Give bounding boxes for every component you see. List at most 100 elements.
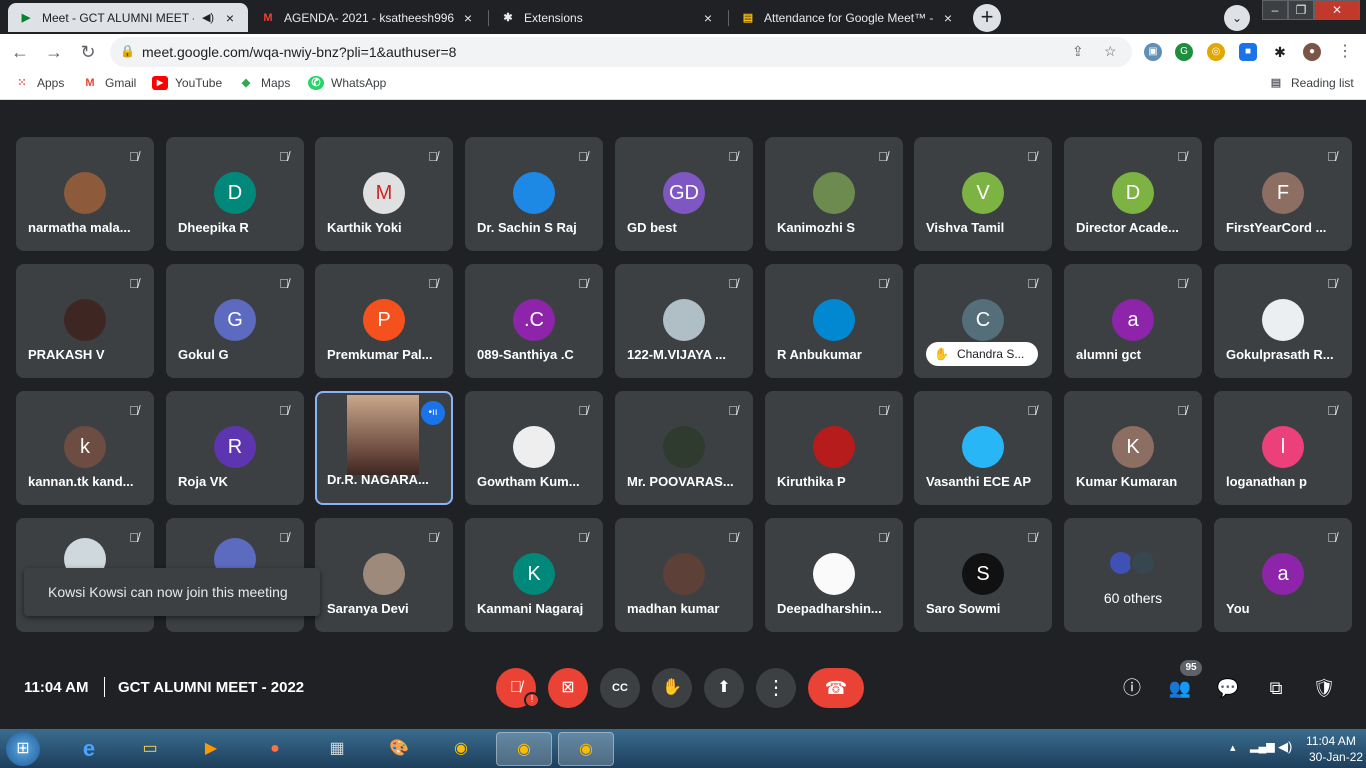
- taskbar-internet-explorer[interactable]: e: [72, 732, 106, 766]
- close-icon[interactable]: ×: [700, 10, 716, 26]
- bookmark-star-icon[interactable]: ☆: [1104, 43, 1117, 60]
- camera-toggle-button[interactable]: ⊠: [548, 668, 588, 708]
- extension-grammar-icon[interactable]: G: [1175, 43, 1193, 61]
- participant-tile[interactable]: •ıı Dr.R. NAGARA...: [315, 391, 453, 505]
- participant-tile[interactable]: 🎙̸ GD GD best: [615, 137, 753, 251]
- participant-tile[interactable]: 🎙̸ a alumni gct: [1064, 264, 1202, 378]
- participant-tile[interactable]: 🎙̸ G Gokul G: [166, 264, 304, 378]
- show-hidden-icons[interactable]: ▴: [1230, 741, 1236, 754]
- extension-screen-icon[interactable]: ▣: [1144, 43, 1162, 61]
- taskbar-time[interactable]: 11:04 AM: [1306, 734, 1356, 748]
- participant-tile[interactable]: 🎙̸ PRAKASH V: [16, 264, 154, 378]
- taskbar-media-player[interactable]: ▶: [194, 732, 228, 766]
- bookmark-youtube[interactable]: ▶ YouTube: [152, 76, 222, 90]
- back-button[interactable]: ←: [8, 40, 32, 64]
- participant-tile[interactable]: 🎙̸ Dr. Sachin S Raj: [465, 137, 603, 251]
- reload-button[interactable]: ↻: [76, 40, 100, 64]
- participant-tile[interactable]: 🎙̸ D Director Acade...: [1064, 137, 1202, 251]
- participant-tile[interactable]: 🎙̸ Saranya Devi: [315, 518, 453, 632]
- new-tab-button[interactable]: +: [973, 4, 1001, 32]
- chat-button[interactable]: 💬: [1215, 675, 1241, 701]
- bookmark-whatsapp[interactable]: ✆ WhatsApp: [308, 76, 386, 90]
- network-icon[interactable]: ▂▄▆: [1250, 740, 1275, 753]
- participant-tile[interactable]: 🎙̸ 122-M.VIJAYA ...: [615, 264, 753, 378]
- participant-name: Kiruthika P: [777, 474, 846, 489]
- maximize-button[interactable]: ❐: [1288, 0, 1314, 20]
- participant-tile[interactable]: 🎙̸ Kiruthika P: [765, 391, 903, 505]
- participant-tile[interactable]: 🎙̸ P Premkumar Pal...: [315, 264, 453, 378]
- bookmark-apps[interactable]: ⁙ Apps: [14, 76, 64, 90]
- taskbar-chrome[interactable]: ◉: [444, 732, 478, 766]
- participant-tile[interactable]: 🎙̸ K Kanmani Nagaraj: [465, 518, 603, 632]
- start-button[interactable]: ⊞: [6, 732, 40, 766]
- lock-icon[interactable]: 🔒: [120, 44, 135, 58]
- tab-meet[interactable]: ▶ Meet - GCT ALUMNI MEET - ◀) ×: [8, 3, 248, 32]
- close-icon[interactable]: ×: [460, 10, 476, 26]
- participant-tile[interactable]: 🎙̸ V Vishva Tamil: [914, 137, 1052, 251]
- taskbar-explorer[interactable]: ▭: [133, 732, 167, 766]
- avatar: .C: [513, 299, 555, 341]
- participant-tile[interactable]: 🎙̸ S Saro Sowmi: [914, 518, 1052, 632]
- participant-tile[interactable]: 🎙̸ D Dheepika R: [166, 137, 304, 251]
- tab-attendance[interactable]: ▤ Attendance for Google Meet™ - ×: [730, 3, 966, 32]
- taskbar-chrome-window-2[interactable]: ◉: [558, 732, 614, 766]
- participant-tile[interactable]: 🎙̸ C ✋ Chandra S...: [914, 264, 1052, 378]
- participant-tile[interactable]: 60 others: [1064, 518, 1202, 632]
- taskbar-calculator[interactable]: ▦: [320, 732, 354, 766]
- participant-tile[interactable]: 🎙̸ Deepadharshin...: [765, 518, 903, 632]
- taskbar-paint[interactable]: 🎨: [382, 732, 416, 766]
- meeting-details-button[interactable]: ⓘ: [1119, 675, 1145, 701]
- bookmark-gmail[interactable]: M Gmail: [82, 76, 136, 90]
- tab-gmail[interactable]: M AGENDA- 2021 - ksatheesh996@ ×: [250, 3, 486, 32]
- captions-button[interactable]: CC: [600, 668, 640, 708]
- minimize-button[interactable]: –: [1262, 0, 1288, 20]
- close-window-button[interactable]: ✕: [1314, 0, 1360, 20]
- activities-button[interactable]: ⧉: [1263, 675, 1289, 701]
- participant-tile[interactable]: 🎙̸ l loganathan p: [1214, 391, 1352, 505]
- taskbar-date[interactable]: 30-Jan-22: [1309, 750, 1363, 764]
- participant-tile[interactable]: 🎙̸ F FirstYearCord ...: [1214, 137, 1352, 251]
- participant-tile[interactable]: 🎙̸ Vasanthi ECE AP: [914, 391, 1052, 505]
- participant-tile[interactable]: 🎙̸ Gowtham Kum...: [465, 391, 603, 505]
- close-icon[interactable]: ×: [222, 10, 238, 26]
- raised-hand-badge: ✋ Chandra S...: [926, 342, 1038, 366]
- participant-tile[interactable]: 🎙̸ narmatha mala...: [16, 137, 154, 251]
- extensions-puzzle-icon[interactable]: ✱: [1271, 43, 1289, 61]
- participant-name: Saranya Devi: [327, 601, 409, 616]
- tab-extensions[interactable]: ✱ Extensions ×: [490, 3, 726, 32]
- participant-tile[interactable]: 🎙̸ .C 089-Santhiya .C: [465, 264, 603, 378]
- participant-tile[interactable]: 🎙̸ Mr. POOVARAS...: [615, 391, 753, 505]
- menu-kebab-icon[interactable]: ⋮: [1336, 43, 1354, 61]
- participant-tile[interactable]: 🎙̸ K Kumar Kumaran: [1064, 391, 1202, 505]
- participant-tile[interactable]: 🎙̸ madhan kumar: [615, 518, 753, 632]
- host-controls-button[interactable]: 🛡: [1311, 675, 1337, 701]
- address-bar[interactable]: 🔒 meet.google.com/wqa-nwiy-bnz?pli=1&aut…: [110, 37, 1132, 67]
- participant-tile[interactable]: 🎙̸ a You: [1214, 518, 1352, 632]
- taskbar-chrome-window-1[interactable]: ◉: [496, 732, 552, 766]
- microphone-toggle-button[interactable]: 🎙̸ !: [496, 668, 540, 708]
- more-options-button[interactable]: ⋮: [756, 668, 796, 708]
- participant-tile[interactable]: 🎙̸ Kanimozhi S: [765, 137, 903, 251]
- volume-icon[interactable]: ◀): [1278, 739, 1292, 755]
- taskbar-firefox[interactable]: ●: [258, 732, 292, 766]
- extension-coin-icon[interactable]: ◎: [1207, 43, 1225, 61]
- raise-hand-button[interactable]: ✋: [652, 668, 692, 708]
- people-button[interactable]: 👥: [1167, 675, 1193, 701]
- participant-tile[interactable]: 🎙̸ R Roja VK: [166, 391, 304, 505]
- present-screen-button[interactable]: ⬆: [704, 668, 744, 708]
- participant-tile[interactable]: 🎙̸ k kannan.tk kand...: [16, 391, 154, 505]
- close-icon[interactable]: ×: [940, 10, 956, 26]
- speaker-icon[interactable]: ◀): [200, 11, 216, 24]
- participant-tile[interactable]: 🎙̸ Gokulprasath R...: [1214, 264, 1352, 378]
- leave-call-button[interactable]: ☎: [808, 668, 864, 708]
- profile-avatar[interactable]: ●: [1303, 43, 1321, 61]
- forward-button[interactable]: →: [42, 40, 66, 64]
- url-text: meet.google.com/wqa-nwiy-bnz?pli=1&authu…: [142, 44, 457, 60]
- participant-tile[interactable]: 🎙̸ M Karthik Yoki: [315, 137, 453, 251]
- participant-tile[interactable]: 🎙̸ R Anbukumar: [765, 264, 903, 378]
- extension-camera-icon[interactable]: ■: [1239, 43, 1257, 61]
- share-icon[interactable]: ⇪: [1072, 43, 1084, 60]
- reading-list[interactable]: ▤ Reading list: [1268, 76, 1354, 90]
- tab-search-button[interactable]: ⌄: [1224, 5, 1250, 31]
- bookmark-maps[interactable]: ◆ Maps: [238, 76, 291, 90]
